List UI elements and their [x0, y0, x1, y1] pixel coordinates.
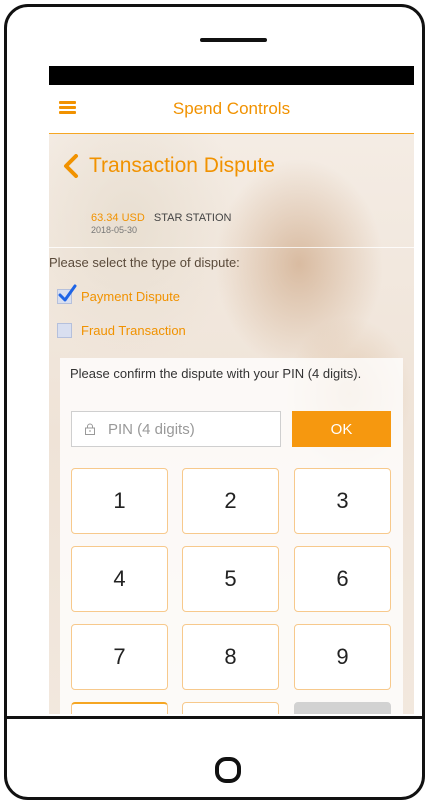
screen: Transaction Dispute 63.34 USD STAR STATI…	[49, 66, 414, 714]
lock-icon	[85, 423, 95, 435]
keypad-key-7[interactable]: 7	[71, 624, 168, 690]
app-header: Spend Controls	[49, 85, 414, 134]
background-photo: Transaction Dispute 63.34 USD STAR STATI…	[49, 134, 414, 714]
checkbox-fraud-transaction[interactable]	[57, 322, 72, 338]
speaker-grille	[200, 38, 267, 42]
keypad-key-clear[interactable]	[71, 702, 168, 714]
pin-input[interactable]: PIN (4 digits)	[71, 411, 281, 447]
transaction-merchant: STAR STATION	[153, 212, 232, 224]
checkbox-payment-dispute[interactable]	[57, 284, 77, 304]
keypad-key-8[interactable]: 8	[182, 624, 279, 690]
keypad-key-5[interactable]: 5	[182, 546, 279, 612]
option-fraud-transaction[interactable]: Fraud Transaction	[57, 320, 186, 340]
dispute-type-prompt: Please select the type of dispute:	[49, 255, 240, 270]
status-bar	[49, 66, 414, 85]
divider	[49, 247, 414, 248]
keypad-key-6[interactable]: 6	[294, 546, 391, 612]
keypad-key-3[interactable]: 3	[294, 468, 391, 534]
home-button-icon[interactable]	[215, 757, 241, 783]
pin-panel: Please confirm the dispute with your PIN…	[60, 358, 403, 714]
keypad-key-9[interactable]: 9	[294, 624, 391, 690]
keypad-key-delete[interactable]	[294, 702, 391, 714]
back-button[interactable]: Transaction Dispute	[61, 151, 275, 181]
option-label: Payment Dispute	[81, 288, 180, 304]
keypad-key-2[interactable]: 2	[182, 468, 279, 534]
keypad-key-0[interactable]	[182, 702, 279, 714]
bezel-divider	[7, 716, 422, 719]
pin-prompt: Please confirm the dispute with your PIN…	[70, 366, 362, 381]
checkmark-icon	[58, 284, 77, 301]
keypad-key-1[interactable]: 1	[71, 468, 168, 534]
keypad-key-4[interactable]: 4	[71, 546, 168, 612]
app-title: Spend Controls	[172, 99, 291, 118]
option-label: Fraud Transaction	[81, 322, 186, 338]
pin-placeholder: PIN (4 digits)	[108, 420, 195, 438]
option-payment-dispute[interactable]: Payment Dispute	[57, 284, 180, 306]
transaction-summary: 63.34 USD STAR STATION 2018-05-30	[91, 212, 232, 235]
chevron-left-icon	[64, 154, 78, 178]
transaction-date: 2018-05-30	[91, 225, 138, 235]
page-title: Transaction Dispute	[89, 154, 275, 177]
transaction-amount: 63.34 USD	[91, 212, 145, 224]
ok-button[interactable]: OK	[292, 411, 391, 447]
phone-frame: Transaction Dispute 63.34 USD STAR STATI…	[4, 4, 425, 800]
